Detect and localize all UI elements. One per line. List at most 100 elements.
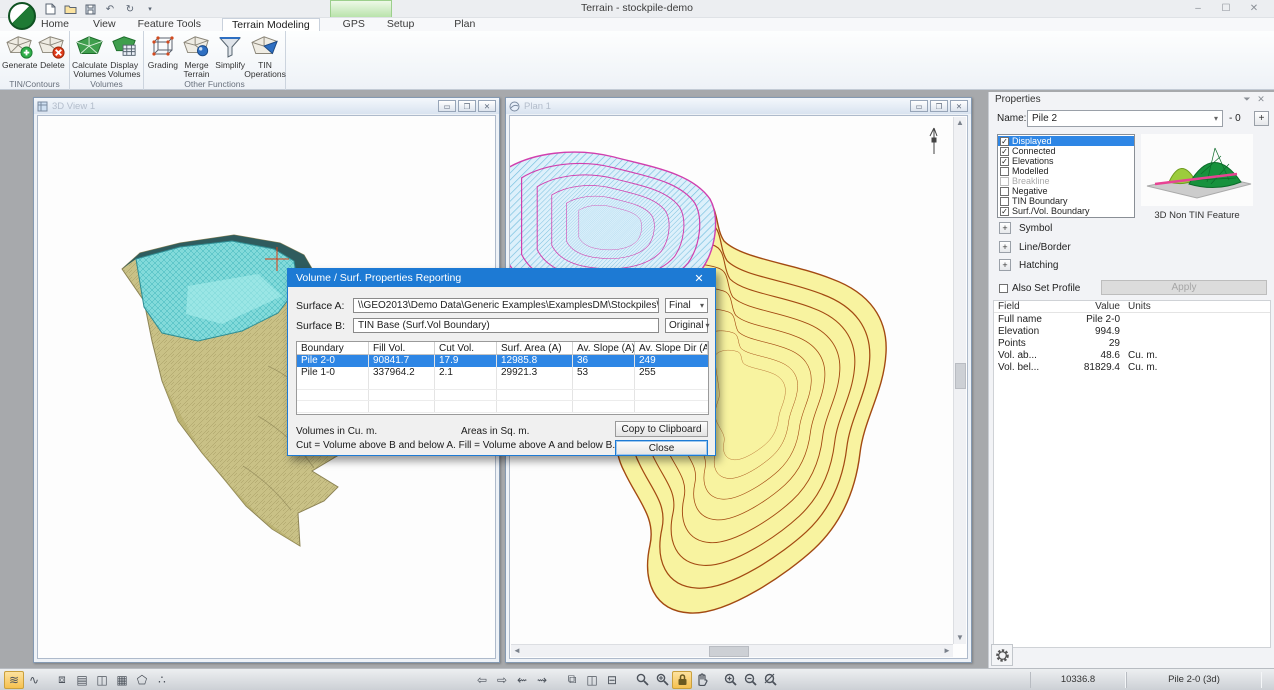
delete-button[interactable]: Delete — [37, 32, 67, 79]
option-surf-vol-boundary[interactable]: ✓Surf./Vol. Boundary — [998, 206, 1134, 216]
grid-icon[interactable]: ▦ — [112, 671, 132, 689]
plan-title: Plan 1 — [524, 101, 910, 112]
surface-a-mode-select[interactable]: Final▾ — [665, 298, 708, 313]
view-next-icon[interactable]: ⇝ — [532, 671, 552, 689]
tab-home[interactable]: Home — [32, 18, 78, 31]
field-row[interactable]: Vol. bel... 81829.4 Cu. m. — [994, 361, 1270, 373]
surface-a-input[interactable]: \\GEO2013\Demo Data\Generic Examples\Exa… — [353, 298, 659, 313]
simplify-button[interactable]: Simplify — [213, 32, 247, 79]
pan-hand-icon[interactable] — [692, 671, 712, 689]
zoom-in-icon[interactable] — [720, 671, 740, 689]
expand-icon[interactable]: + — [999, 222, 1011, 234]
surface-b-mode-select[interactable]: Original▾ — [665, 318, 708, 333]
section-hatching[interactable]: + Hatching — [999, 259, 1058, 271]
close-panel-icon[interactable]: ✕ — [1254, 94, 1268, 105]
zoom-off-icon[interactable] — [760, 671, 780, 689]
scroll-right-icon[interactable]: ► — [941, 645, 953, 657]
back-icon[interactable]: ⇦ — [472, 671, 492, 689]
grading-button[interactable]: Grading — [146, 32, 180, 79]
cascade-windows-icon[interactable]: ⧉ — [562, 671, 582, 689]
plan-hscroll-thumb[interactable] — [709, 646, 749, 657]
minimize-button[interactable]: – — [1184, 0, 1212, 17]
option-tin-boundary[interactable]: TIN Boundary — [998, 196, 1134, 206]
add-feature-button[interactable]: + — [1254, 111, 1269, 126]
window-title: Terrain - stockpile-demo — [0, 2, 1274, 14]
properties-header: Properties ⏷ ✕ — [989, 92, 1274, 106]
dialog-close-icon[interactable]: ✕ — [691, 272, 707, 285]
scroll-down-icon[interactable]: ▼ — [954, 632, 966, 644]
profile-polyline-icon[interactable]: ∿ — [24, 671, 44, 689]
field-row[interactable]: Vol. ab... 48.6 Cu. m. — [994, 349, 1270, 361]
scroll-left-icon[interactable]: ◄ — [511, 645, 523, 657]
3d-view-titlebar[interactable]: 3D View 1 ▭ ❐ ✕ — [34, 98, 499, 114]
plan-vscroll-thumb[interactable] — [955, 363, 966, 389]
tab-gps[interactable]: GPS — [334, 18, 374, 31]
3d-view-restore-button[interactable]: ❐ — [458, 100, 476, 112]
option-connected[interactable]: ✓Connected — [998, 146, 1134, 156]
close-button[interactable]: ✕ — [1240, 0, 1268, 17]
calculate-volumes-button[interactable]: Calculate Volumes — [72, 32, 107, 79]
checkbox-icon — [999, 284, 1008, 293]
contour-lines-icon[interactable]: ≋ — [4, 671, 24, 689]
copy-to-clipboard-button[interactable]: Copy to Clipboard — [615, 421, 708, 437]
field-row[interactable]: Full name Pile 2-0 — [994, 313, 1270, 325]
apply-button[interactable]: Apply — [1101, 280, 1267, 295]
generate-button[interactable]: Generate — [2, 32, 37, 79]
image-icon[interactable]: ▤ — [72, 671, 92, 689]
expand-icon[interactable]: + — [999, 241, 1011, 253]
tile-vertical-icon[interactable]: ◫ — [582, 671, 602, 689]
table-row[interactable]: Pile 1-0 337964.2 2.1 29921.3 53 255 — [297, 367, 708, 379]
plan-vertical-scrollbar[interactable]: ▲ ▼ — [953, 117, 966, 644]
3d-view-minimize-button[interactable]: ▭ — [438, 100, 456, 112]
tab-setup[interactable]: Setup — [378, 18, 423, 31]
points-icon[interactable]: ∴ — [152, 671, 172, 689]
field-row[interactable]: Points 29 — [994, 337, 1270, 349]
plan-close-button[interactable]: ✕ — [950, 100, 968, 112]
chevron-down-icon: ▾ — [700, 301, 704, 310]
dialog-titlebar[interactable]: Volume / Surf. Properties Reporting ✕ — [288, 269, 715, 287]
option-negative[interactable]: Negative — [998, 186, 1134, 196]
view-previous-icon[interactable]: ⇜ — [512, 671, 532, 689]
tab-feature-tools[interactable]: Feature Tools — [129, 18, 210, 31]
also-set-profile-checkbox[interactable]: Also Set Profile — [999, 283, 1080, 294]
plan-horizontal-scrollbar[interactable]: ◄ ► — [511, 644, 953, 657]
contextual-tab-highlight — [330, 0, 392, 17]
pin-icon[interactable]: ⏷ — [1240, 94, 1254, 105]
forward-icon[interactable]: ⇨ — [492, 671, 512, 689]
plan-titlebar[interactable]: Plan 1 ▭ ❐ ✕ — [506, 98, 971, 114]
tab-terrain-modeling[interactable]: Terrain Modeling — [222, 18, 320, 31]
zoom-out-icon[interactable] — [740, 671, 760, 689]
tin-operations-button[interactable]: TIN Operations — [247, 32, 283, 79]
cube-3d-icon[interactable]: ⧈ — [52, 671, 72, 689]
zoom-dynamic-icon[interactable] — [652, 671, 672, 689]
volumes-table[interactable]: Boundary Fill Vol. Cut Vol. Surf. Area (… — [296, 341, 709, 415]
settings-gear-button[interactable] — [991, 644, 1013, 666]
section-symbol[interactable]: + Symbol — [999, 222, 1052, 234]
expand-icon[interactable]: + — [999, 259, 1011, 271]
zoom-lock-icon[interactable] — [672, 671, 692, 689]
field-row[interactable]: Elevation 994.9 — [994, 325, 1270, 337]
polygon-select-icon[interactable]: ⬠ — [132, 671, 152, 689]
name-row: Name: Pile 2 ▾ - 0 + — [989, 110, 1274, 128]
3d-view-close-button[interactable]: ✕ — [478, 100, 496, 112]
option-modelled[interactable]: Modelled — [998, 166, 1134, 176]
table-row[interactable]: Pile 2-0 90841.7 17.9 12985.8 36 249 — [297, 355, 708, 367]
zoom-window-icon[interactable] — [632, 671, 652, 689]
display-volumes-button[interactable]: Display Volumes — [107, 32, 141, 79]
option-elevations[interactable]: ✓Elevations — [998, 156, 1134, 166]
section-line-border[interactable]: + Line/Border — [999, 241, 1071, 253]
maximize-button[interactable]: ☐ — [1212, 0, 1240, 17]
scroll-up-icon[interactable]: ▲ — [954, 117, 966, 129]
app-logo-icon[interactable] — [8, 2, 36, 30]
feature-name-select[interactable]: Pile 2 ▾ — [1027, 110, 1223, 127]
plan-restore-button[interactable]: ❐ — [930, 100, 948, 112]
option-displayed[interactable]: ✓Displayed — [998, 136, 1134, 146]
tab-plan[interactable]: Plan — [445, 18, 484, 31]
plan-minimize-button[interactable]: ▭ — [910, 100, 928, 112]
merge-terrain-button[interactable]: Merge Terrain — [180, 32, 214, 79]
tile-horizontal-icon[interactable]: ⊟ — [602, 671, 622, 689]
surface-b-input[interactable]: TIN Base (Surf.Vol Boundary) — [353, 318, 659, 333]
close-dialog-button[interactable]: Close — [615, 440, 708, 456]
tab-view[interactable]: View — [84, 18, 125, 31]
split-panels-icon[interactable]: ◫ — [92, 671, 112, 689]
